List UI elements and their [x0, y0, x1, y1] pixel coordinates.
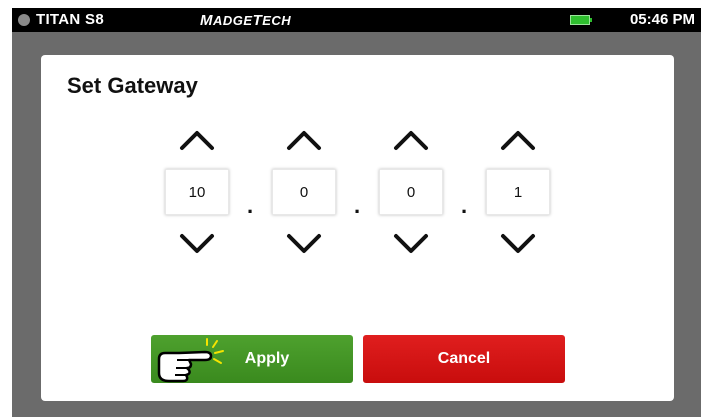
brand-logo: MADGETECH — [200, 12, 292, 29]
gateway-octet-4: 1 — [486, 125, 550, 265]
device-screen: TITAN S8 MADGETECH 05:46 PM Set Gateway … — [0, 0, 711, 417]
gateway-octet-2: 0 — [272, 125, 336, 265]
octet-separator: . — [353, 193, 361, 218]
gateway-octet-1: 10 — [165, 125, 229, 265]
octet-3-value[interactable]: 0 — [379, 169, 443, 215]
apply-button-label: Apply — [244, 350, 290, 367]
set-gateway-dialog: Set Gateway 10 . 0 . 0 . 1 Apply Cancel — [41, 55, 674, 401]
chevron-down-icon[interactable] — [175, 229, 219, 259]
gateway-octet-3: 0 — [379, 125, 443, 265]
battery-full-icon — [570, 15, 592, 25]
device-name: TITAN S8 — [36, 11, 104, 28]
cancel-button-label: Cancel — [437, 350, 491, 367]
clock: 05:46 PM — [629, 11, 695, 28]
chevron-down-icon[interactable] — [282, 229, 326, 259]
octet-separator: . — [246, 193, 254, 218]
status-bar: TITAN S8 MADGETECH 05:46 PM — [12, 8, 701, 32]
status-indicator-icon — [18, 14, 30, 26]
octet-2-value[interactable]: 0 — [272, 169, 336, 215]
chevron-up-icon[interactable] — [389, 125, 433, 155]
chevron-up-icon[interactable] — [282, 125, 326, 155]
octet-1-value[interactable]: 10 — [165, 169, 229, 215]
hand-pointer-icon — [157, 338, 224, 383]
octet-separator: . — [460, 193, 468, 218]
dialog-title: Set Gateway — [67, 73, 198, 98]
chevron-up-icon[interactable] — [496, 125, 540, 155]
chevron-down-icon[interactable] — [496, 229, 540, 259]
octet-4-value[interactable]: 1 — [486, 169, 550, 215]
cancel-button[interactable]: Cancel — [363, 335, 565, 383]
chevron-down-icon[interactable] — [389, 229, 433, 259]
chevron-up-icon[interactable] — [175, 125, 219, 155]
